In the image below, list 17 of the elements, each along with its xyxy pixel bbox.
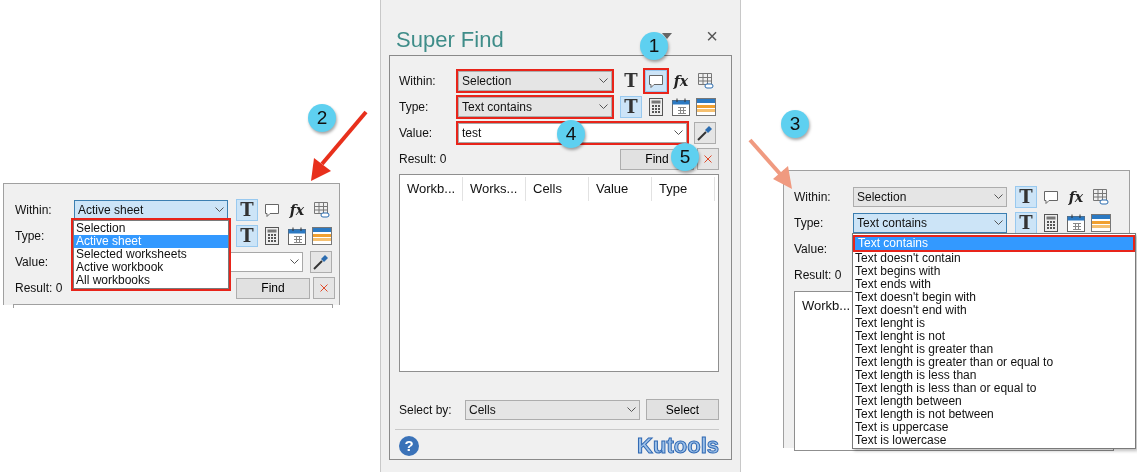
field-label: Type: bbox=[794, 215, 825, 232]
result-count: Result: 0 bbox=[15, 280, 63, 297]
field-label: Within: bbox=[15, 202, 53, 219]
result-count: Result: 0 bbox=[399, 151, 447, 168]
step-tooltip: 3 bbox=[781, 110, 809, 138]
field-label: Within: bbox=[794, 189, 832, 206]
field-label: Type: bbox=[15, 228, 46, 245]
field-label: Type: bbox=[399, 99, 430, 116]
brand-logo: Kutools bbox=[637, 435, 719, 457]
dialog-title: Super Find bbox=[396, 29, 504, 51]
field-label: Select by: bbox=[399, 401, 453, 419]
field-label: Within: bbox=[399, 73, 437, 90]
field-label: Value: bbox=[794, 241, 829, 258]
step-tooltip: 2 bbox=[308, 104, 336, 132]
field-label: Value: bbox=[399, 125, 434, 142]
field-label: Value: bbox=[15, 254, 50, 271]
result-count: Result: 0 bbox=[794, 267, 842, 284]
